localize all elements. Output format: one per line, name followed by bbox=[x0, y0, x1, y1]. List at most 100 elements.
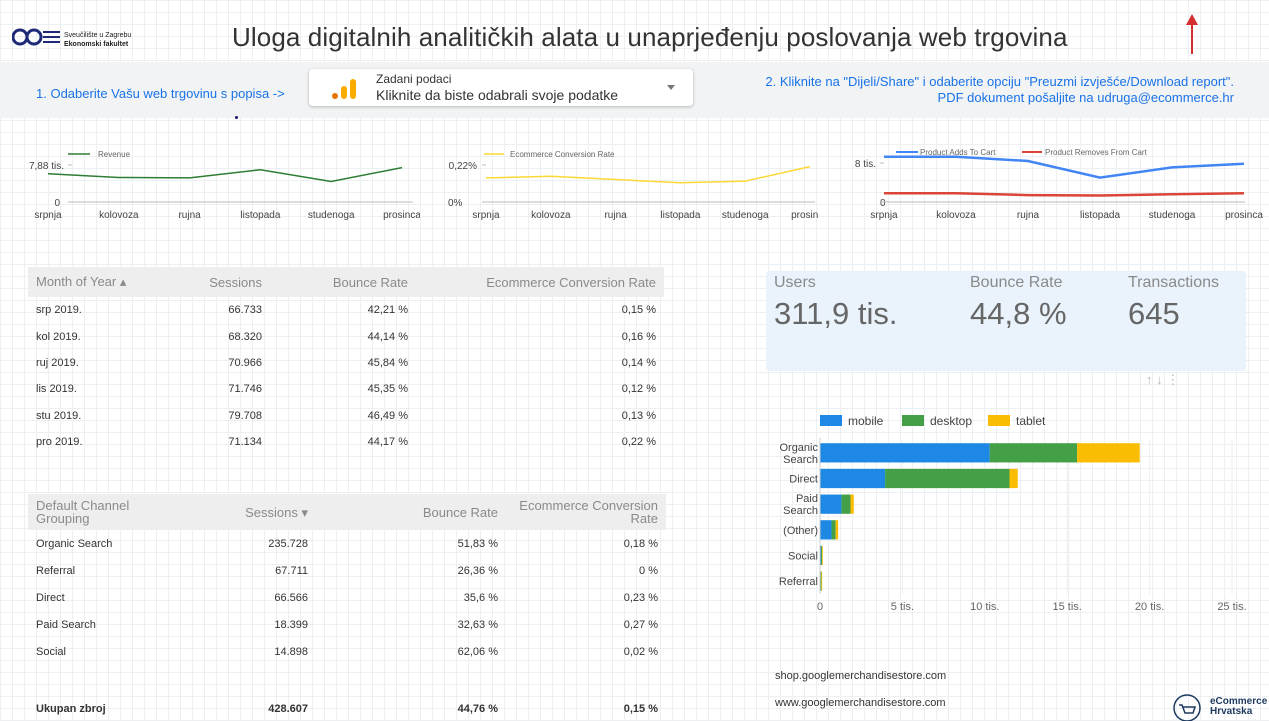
table-cell: 235.728 bbox=[268, 537, 308, 550]
conversion-x-labels: srpnja kolovoza rujna listopada studenoga pro… bbox=[472, 210, 818, 221]
site-item-www[interactable]: www.googlemerchandisestore.com bbox=[775, 697, 946, 709]
header-sessions[interactable]: Sessions bbox=[200, 267, 270, 297]
revenue-y-top-label: 7,88 tis. bbox=[29, 161, 64, 172]
chevron-down-icon[interactable] bbox=[667, 85, 675, 91]
month-table-header: Month of Year ▴ Sessions Bounce Rate Eco… bbox=[28, 267, 664, 297]
header-month-of-year[interactable]: Month of Year ▴ bbox=[28, 267, 200, 297]
legend-swatch-desktop bbox=[902, 415, 924, 426]
table-row[interactable]: Direct 66.566 35,6 % 0,23 % bbox=[28, 584, 666, 611]
header-sessions[interactable]: Sessions ▾ bbox=[178, 494, 316, 530]
transactions-label: Transactions bbox=[1128, 274, 1219, 291]
x-axis-month-label: listopada bbox=[1080, 210, 1120, 221]
header-conversion-rate[interactable]: Ecommerce Conversion Rate bbox=[416, 267, 664, 297]
bar-segment-mobile[interactable] bbox=[820, 443, 990, 463]
bar-segment-mobile[interactable] bbox=[820, 520, 832, 540]
table-cell: 70.966 bbox=[228, 356, 262, 369]
picker-value: Kliknite da biste odabrali svoje podatke bbox=[376, 87, 619, 103]
revenue-sparkline: Revenue 7,88 tis. 0 srpnja kolovoza rujna l… bbox=[29, 150, 420, 221]
chart-legend: mobile desktop tablet bbox=[820, 414, 1046, 428]
x-axis-month-label: kolovoza bbox=[99, 210, 139, 221]
university-logo-text: Sveučilište u Zagrebu Ekonomski fakultet bbox=[64, 31, 131, 49]
arrow-up-icon bbox=[1186, 14, 1198, 54]
table-cell: 44,14 % bbox=[367, 330, 408, 343]
table-row[interactable]: lis 2019. 71.746 45,35 % 0,12 % bbox=[28, 376, 664, 402]
site-item-shop[interactable]: shop.googlemerchandisestore.com bbox=[775, 670, 946, 682]
category-label: Direct bbox=[789, 474, 818, 486]
step-two-line-2: PDF dokument pošaljite na udruga@ecommer… bbox=[937, 90, 1234, 105]
bar-segment-desktop[interactable] bbox=[841, 494, 851, 514]
header-bounce-rate[interactable]: Bounce Rate bbox=[316, 494, 506, 530]
users-value: 311,9 tis. bbox=[774, 296, 898, 331]
revenue-legend-label: Revenue bbox=[98, 150, 131, 159]
logo-line-1: Sveučilište u Zagrebu bbox=[64, 32, 132, 39]
legend-swatch-tablet bbox=[988, 415, 1010, 426]
table-cell: 44,17 % bbox=[367, 436, 408, 449]
table-row[interactable]: Referral 67.711 26,36 % 0 % bbox=[28, 557, 666, 584]
bar-segment-desktop[interactable] bbox=[831, 520, 836, 540]
bar-segment-mobile[interactable] bbox=[820, 494, 842, 514]
header-bounce-rate[interactable]: Bounce Rate bbox=[270, 267, 416, 297]
x-axis-month-label: srpnja bbox=[472, 210, 500, 221]
conversion-sparkline: Ecommerce Conversion Rate 0,22% 0% srpnj… bbox=[448, 150, 818, 221]
x-axis-month-label: listopada bbox=[240, 210, 280, 221]
conversion-line bbox=[485, 165, 811, 184]
table-row[interactable]: stu 2019. 79.708 46,49 % 0,13 % bbox=[28, 403, 664, 429]
bar-segment-tablet[interactable] bbox=[1077, 443, 1140, 463]
conversion-y-top-label: 0,22% bbox=[449, 161, 477, 172]
step-two-instruction: 2. Kliknite na "Dijeli/Share" i odaberit… bbox=[700, 74, 1234, 106]
table-cell: 0,22 % bbox=[621, 436, 656, 449]
table-row[interactable]: srp 2019. 66.733 42,21 % 0,15 % bbox=[28, 297, 664, 323]
dot-mark bbox=[235, 116, 238, 119]
table-cell: 0,18 % bbox=[623, 537, 658, 550]
bar-segment-tablet[interactable] bbox=[821, 571, 823, 591]
cart-y-bottom-label: 0 bbox=[880, 198, 886, 209]
ecommerce-logo-text: eCommerce Hrvatska bbox=[1210, 697, 1267, 717]
table-row[interactable]: Organic Search 235.728 51,83 % 0,18 % bbox=[28, 530, 666, 557]
table-row[interactable]: kol 2019. 68.320 44,14 % 0,16 % bbox=[28, 323, 664, 349]
x-axis-month-label: srpnja bbox=[34, 210, 62, 221]
header-channel-grouping[interactable]: Default Channel Grouping bbox=[28, 494, 178, 530]
bar-segment-desktop[interactable] bbox=[820, 545, 822, 566]
table-cell: 66.733 bbox=[228, 304, 262, 317]
x-axis-month-label: listopada bbox=[660, 210, 700, 221]
logo-line-2: Ekonomski fakultet bbox=[64, 41, 129, 48]
table-cell: 71.134 bbox=[228, 436, 262, 449]
table-cell: 35,6 % bbox=[463, 591, 498, 604]
table-cell: Social bbox=[36, 645, 66, 658]
bar-segment-tablet[interactable] bbox=[835, 520, 839, 540]
sort-and-menu-controls[interactable]: ↑ ↓ ⋮ bbox=[1146, 372, 1179, 388]
university-logo-icon bbox=[12, 28, 60, 46]
table-row[interactable]: ruj 2019. 70.966 45,84 % 0,14 % bbox=[28, 350, 664, 376]
ecommerce-logo-line-2: Hrvatska bbox=[1210, 706, 1253, 717]
bar-segment-tablet[interactable] bbox=[850, 494, 854, 514]
picker-label: Zadani podaci bbox=[376, 72, 452, 86]
table-cell: 26,36 % bbox=[457, 564, 498, 577]
table-row[interactable]: Paid Search 18.399 32,63 % 0,27 % bbox=[28, 611, 666, 638]
table-row[interactable]: Social 14.898 62,06 % 0,02 % bbox=[28, 638, 666, 665]
bar-segment-desktop[interactable] bbox=[989, 443, 1078, 463]
total-cell: Ukupan zbroj bbox=[36, 703, 106, 715]
table-cell: 0,12 % bbox=[621, 383, 656, 396]
x-tick-label: 5 tis. bbox=[891, 601, 914, 613]
table-cell: 0,14 % bbox=[621, 356, 656, 369]
table-cell: Organic Search bbox=[36, 537, 113, 550]
revenue-line bbox=[47, 166, 403, 183]
table-cell: 71.746 bbox=[228, 383, 262, 396]
header-conversion-rate[interactable]: Ecommerce Conversion Rate bbox=[506, 494, 666, 530]
chart-gridlines bbox=[819, 440, 1233, 594]
table-cell: Direct bbox=[36, 591, 65, 604]
chart-bars bbox=[820, 443, 1140, 591]
table-cell: 62,06 % bbox=[457, 645, 498, 658]
bar-segment-mobile[interactable] bbox=[820, 468, 886, 489]
table-cell: 32,63 % bbox=[457, 618, 498, 631]
table-row[interactable]: pro 2019. 71.134 44,17 % 0,22 % bbox=[28, 429, 664, 455]
table-cell: Referral bbox=[36, 564, 76, 577]
table-cell: 51,83 % bbox=[457, 537, 498, 550]
x-axis-month-label: prosinca bbox=[383, 210, 420, 221]
table-cell: 45,35 % bbox=[367, 383, 408, 396]
table-cell: 79.708 bbox=[228, 409, 262, 422]
table-cell: 45,84 % bbox=[367, 356, 408, 369]
bar-segment-desktop[interactable] bbox=[885, 468, 1010, 489]
bar-segment-tablet[interactable] bbox=[1009, 468, 1018, 489]
bar-segment-tablet[interactable] bbox=[821, 545, 823, 566]
